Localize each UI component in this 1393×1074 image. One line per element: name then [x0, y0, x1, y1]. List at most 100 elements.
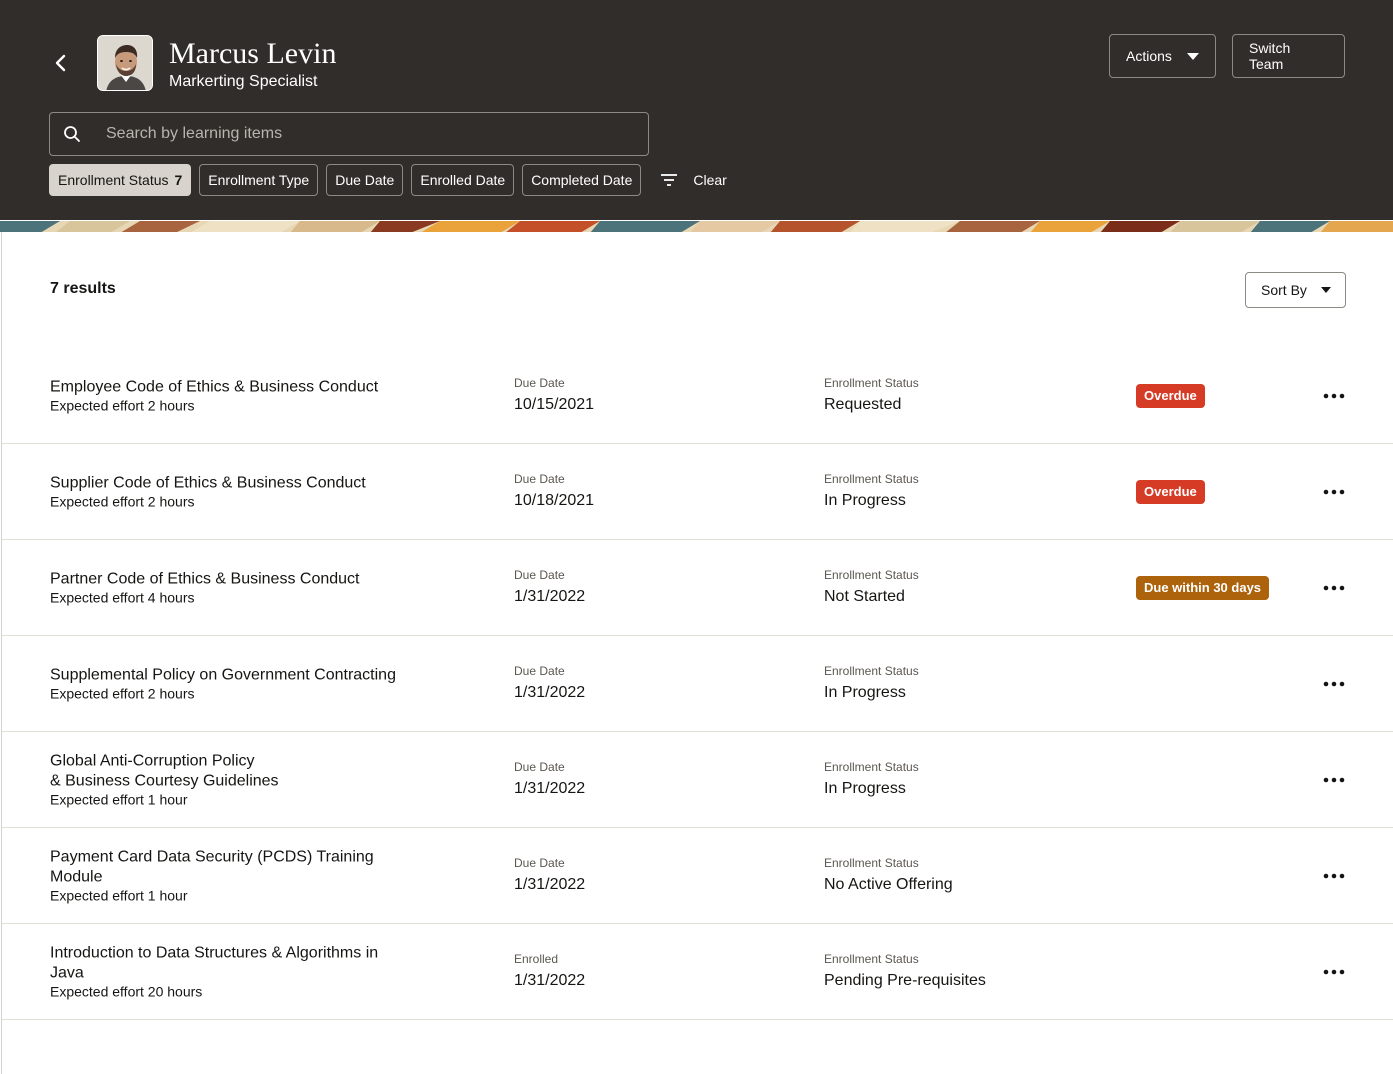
- item-effort: Expected effort 1 hour: [50, 887, 188, 903]
- actions-button[interactable]: Actions: [1109, 34, 1216, 78]
- filter-icon[interactable]: [653, 164, 685, 196]
- caret-down-icon: [1187, 52, 1199, 60]
- status-column: Enrollment Status No Active Offering: [824, 856, 953, 896]
- status-value: In Progress: [824, 779, 906, 797]
- date-value: 1/31/2022: [514, 779, 586, 797]
- item-effort: Expected effort 1 hour: [50, 791, 188, 807]
- chip-enrollment-type[interactable]: Enrollment Type: [199, 164, 319, 196]
- more-options-button[interactable]: [1318, 572, 1350, 604]
- date-column: Due Date 10/18/2021: [514, 472, 594, 512]
- item-effort: Expected effort 4 hours: [50, 589, 195, 605]
- status-badge: Overdue: [1136, 383, 1205, 408]
- more-icon: [1323, 777, 1345, 782]
- switch-team-button[interactable]: Switch Team: [1232, 34, 1345, 78]
- status-badge: Due within 30 days: [1136, 575, 1270, 600]
- search-field[interactable]: [49, 112, 649, 156]
- status-column: Enrollment Status Pending Pre-requisites: [824, 952, 986, 992]
- status-label: Enrollment Status: [824, 759, 919, 774]
- item-title: Introduction to Data Structures & Algori…: [50, 944, 379, 981]
- more-options-button[interactable]: [1318, 764, 1350, 796]
- date-value: 1/31/2022: [514, 875, 586, 893]
- item-info: Global Anti-Corruption Policy & Business…: [50, 751, 420, 808]
- more-options-button[interactable]: [1318, 860, 1350, 892]
- list-item[interactable]: Partner Code of Ethics & Business Conduc…: [2, 540, 1393, 636]
- chip-label: Enrolled Date: [420, 172, 506, 188]
- date-label: Due Date: [514, 375, 565, 390]
- results-count: 7 results: [50, 280, 116, 297]
- date-value: 10/18/2021: [514, 491, 595, 509]
- date-column: Due Date 1/31/2022: [514, 664, 585, 704]
- search-input[interactable]: [94, 114, 648, 154]
- date-value: 1/31/2022: [514, 971, 586, 989]
- item-info: Employee Code of Ethics & Business Condu…: [50, 377, 420, 414]
- chip-label: Enrollment Status: [58, 172, 169, 188]
- chip-due-date[interactable]: Due Date: [326, 164, 404, 196]
- item-info: Payment Card Data Security (PCDS) Traini…: [50, 847, 410, 904]
- status-value: No Active Offering: [824, 875, 953, 893]
- status-label: Enrollment Status: [824, 567, 919, 582]
- item-info: Supplemental Policy on Government Contra…: [50, 665, 420, 702]
- status-label: Enrollment Status: [824, 471, 919, 486]
- more-icon: [1323, 393, 1345, 398]
- list-item[interactable]: Supplier Code of Ethics & Business Condu…: [2, 444, 1393, 540]
- list-item[interactable]: Introduction to Data Structures & Algori…: [2, 924, 1393, 1020]
- list-item[interactable]: Employee Code of Ethics & Business Condu…: [2, 348, 1393, 444]
- date-column: Due Date 1/31/2022: [514, 760, 585, 800]
- more-options-button[interactable]: [1318, 476, 1350, 508]
- status-value: Pending Pre-requisites: [824, 971, 986, 989]
- more-options-button[interactable]: [1318, 380, 1350, 412]
- chip-label: Due Date: [335, 172, 395, 188]
- decorative-banner: [0, 220, 1393, 232]
- actions-label: Actions: [1126, 48, 1172, 64]
- caret-down-icon: [1321, 287, 1331, 293]
- back-button[interactable]: [46, 48, 76, 78]
- more-icon: [1323, 873, 1345, 878]
- more-options-button[interactable]: [1318, 956, 1350, 988]
- list-item[interactable]: Payment Card Data Security (PCDS) Traini…: [2, 828, 1393, 924]
- item-title: Supplemental Policy on Government Contra…: [50, 666, 396, 683]
- avatar: [97, 35, 153, 91]
- item-effort: Expected effort 2 hours: [50, 397, 195, 413]
- status-value: In Progress: [824, 491, 906, 509]
- status-badge: Overdue: [1136, 479, 1205, 504]
- chip-label: Enrollment Type: [208, 172, 310, 188]
- filter-chips: Enrollment Status 7 Enrollment Type Due …: [49, 164, 727, 196]
- date-value: 1/31/2022: [514, 587, 586, 605]
- clear-filters-link[interactable]: Clear: [693, 172, 726, 188]
- item-info: Supplier Code of Ethics & Business Condu…: [50, 473, 420, 510]
- date-label: Due Date: [514, 567, 565, 582]
- sort-by-button[interactable]: Sort By: [1245, 272, 1346, 308]
- item-effort: Expected effort 2 hours: [50, 493, 195, 509]
- item-info: Introduction to Data Structures & Algori…: [50, 943, 410, 1000]
- chip-enrolled-date[interactable]: Enrolled Date: [411, 164, 515, 196]
- status-column: Enrollment Status In Progress: [824, 664, 919, 704]
- status-label: Enrollment Status: [824, 663, 919, 678]
- item-title: Global Anti-Corruption Policy & Business…: [50, 752, 279, 789]
- date-label: Due Date: [514, 759, 565, 774]
- date-column: Due Date 1/31/2022: [514, 568, 585, 608]
- status-column: Enrollment Status Not Started: [824, 568, 919, 608]
- list-item[interactable]: Supplemental Policy on Government Contra…: [2, 636, 1393, 732]
- employee-role: Markerting Specialist: [169, 73, 318, 90]
- item-effort: Expected effort 20 hours: [50, 983, 203, 999]
- page-header: Marcus Levin Markerting Specialist Actio…: [0, 0, 1393, 220]
- more-icon: [1323, 585, 1345, 590]
- employee-name: Marcus Levin: [169, 37, 337, 70]
- status-label: Enrollment Status: [824, 375, 919, 390]
- status-column: Enrollment Status In Progress: [824, 760, 919, 800]
- more-icon: [1323, 969, 1345, 974]
- more-options-button[interactable]: [1318, 668, 1350, 700]
- chip-enrollment-status[interactable]: Enrollment Status 7: [49, 164, 192, 196]
- date-label: Enrolled: [514, 951, 559, 966]
- date-column: Due Date 10/15/2021: [514, 376, 594, 416]
- date-column: Enrolled 1/31/2022: [514, 952, 585, 992]
- date-value: 1/31/2022: [514, 683, 586, 701]
- item-title: Payment Card Data Security (PCDS) Traini…: [50, 848, 374, 885]
- status-value: Not Started: [824, 587, 905, 605]
- item-title: Partner Code of Ethics & Business Conduc…: [50, 570, 360, 587]
- chip-label: Completed Date: [531, 172, 633, 188]
- item-title: Employee Code of Ethics & Business Condu…: [50, 378, 379, 395]
- date-value: 10/15/2021: [514, 395, 595, 413]
- list-item[interactable]: Global Anti-Corruption Policy & Business…: [2, 732, 1393, 828]
- chip-completed-date[interactable]: Completed Date: [522, 164, 642, 196]
